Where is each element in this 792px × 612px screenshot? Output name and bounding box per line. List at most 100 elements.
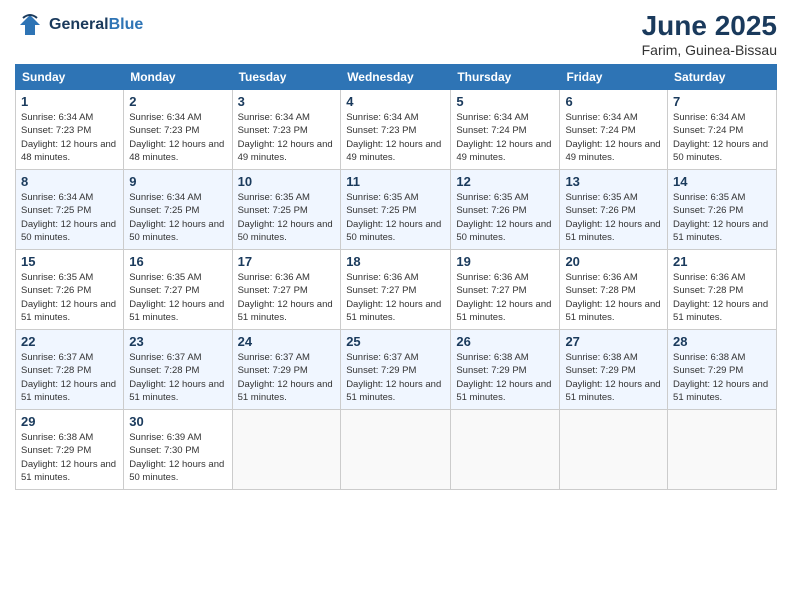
- day-info: Sunrise: 6:34 AM Sunset: 7:24 PM Dayligh…: [565, 111, 662, 164]
- day-info: Sunrise: 6:34 AM Sunset: 7:25 PM Dayligh…: [129, 191, 226, 244]
- day-info: Sunrise: 6:37 AM Sunset: 7:29 PM Dayligh…: [238, 351, 336, 404]
- day-number: 16: [129, 254, 226, 269]
- calendar-cell: 21 Sunrise: 6:36 AM Sunset: 7:28 PM Dayl…: [668, 250, 777, 330]
- day-info: Sunrise: 6:39 AM Sunset: 7:30 PM Dayligh…: [129, 431, 226, 484]
- day-info: Sunrise: 6:36 AM Sunset: 7:27 PM Dayligh…: [456, 271, 554, 324]
- calendar-cell: 15 Sunrise: 6:35 AM Sunset: 7:26 PM Dayl…: [16, 250, 124, 330]
- calendar-cell: 7 Sunrise: 6:34 AM Sunset: 7:24 PM Dayli…: [668, 90, 777, 170]
- calendar-cell: 23 Sunrise: 6:37 AM Sunset: 7:28 PM Dayl…: [124, 330, 232, 410]
- calendar-cell: 25 Sunrise: 6:37 AM Sunset: 7:29 PM Dayl…: [341, 330, 451, 410]
- calendar-cell: 16 Sunrise: 6:35 AM Sunset: 7:27 PM Dayl…: [124, 250, 232, 330]
- day-number: 5: [456, 94, 554, 109]
- day-number: 25: [346, 334, 445, 349]
- day-info: Sunrise: 6:35 AM Sunset: 7:26 PM Dayligh…: [673, 191, 771, 244]
- day-info: Sunrise: 6:37 AM Sunset: 7:28 PM Dayligh…: [129, 351, 226, 404]
- day-number: 30: [129, 414, 226, 429]
- day-info: Sunrise: 6:34 AM Sunset: 7:24 PM Dayligh…: [673, 111, 771, 164]
- header-monday: Monday: [124, 65, 232, 90]
- location: Farim, Guinea-Bissau: [642, 42, 777, 58]
- day-info: Sunrise: 6:36 AM Sunset: 7:28 PM Dayligh…: [673, 271, 771, 324]
- week-row-4: 22 Sunrise: 6:37 AM Sunset: 7:28 PM Dayl…: [16, 330, 777, 410]
- day-info: Sunrise: 6:37 AM Sunset: 7:28 PM Dayligh…: [21, 351, 118, 404]
- day-number: 18: [346, 254, 445, 269]
- calendar-cell: 30 Sunrise: 6:39 AM Sunset: 7:30 PM Dayl…: [124, 410, 232, 490]
- day-number: 13: [565, 174, 662, 189]
- calendar-body: 1 Sunrise: 6:34 AM Sunset: 7:23 PM Dayli…: [16, 90, 777, 490]
- day-info: Sunrise: 6:34 AM Sunset: 7:23 PM Dayligh…: [21, 111, 118, 164]
- calendar-cell: [451, 410, 560, 490]
- day-info: Sunrise: 6:38 AM Sunset: 7:29 PM Dayligh…: [21, 431, 118, 484]
- day-info: Sunrise: 6:34 AM Sunset: 7:25 PM Dayligh…: [21, 191, 118, 244]
- day-number: 2: [129, 94, 226, 109]
- day-number: 6: [565, 94, 662, 109]
- calendar-cell: 20 Sunrise: 6:36 AM Sunset: 7:28 PM Dayl…: [560, 250, 668, 330]
- header: GeneralBlue June 2025 Farim, Guinea-Biss…: [15, 10, 777, 58]
- day-info: Sunrise: 6:38 AM Sunset: 7:29 PM Dayligh…: [673, 351, 771, 404]
- day-info: Sunrise: 6:35 AM Sunset: 7:27 PM Dayligh…: [129, 271, 226, 324]
- calendar-cell: 27 Sunrise: 6:38 AM Sunset: 7:29 PM Dayl…: [560, 330, 668, 410]
- day-number: 22: [21, 334, 118, 349]
- day-info: Sunrise: 6:35 AM Sunset: 7:26 PM Dayligh…: [456, 191, 554, 244]
- day-number: 27: [565, 334, 662, 349]
- calendar-cell: 5 Sunrise: 6:34 AM Sunset: 7:24 PM Dayli…: [451, 90, 560, 170]
- day-info: Sunrise: 6:37 AM Sunset: 7:29 PM Dayligh…: [346, 351, 445, 404]
- day-info: Sunrise: 6:35 AM Sunset: 7:25 PM Dayligh…: [238, 191, 336, 244]
- calendar-cell: 22 Sunrise: 6:37 AM Sunset: 7:28 PM Dayl…: [16, 330, 124, 410]
- calendar-cell: 9 Sunrise: 6:34 AM Sunset: 7:25 PM Dayli…: [124, 170, 232, 250]
- day-number: 1: [21, 94, 118, 109]
- header-wednesday: Wednesday: [341, 65, 451, 90]
- calendar-table: Sunday Monday Tuesday Wednesday Thursday…: [15, 64, 777, 490]
- day-info: Sunrise: 6:34 AM Sunset: 7:24 PM Dayligh…: [456, 111, 554, 164]
- day-info: Sunrise: 6:38 AM Sunset: 7:29 PM Dayligh…: [565, 351, 662, 404]
- calendar-cell: [560, 410, 668, 490]
- day-number: 14: [673, 174, 771, 189]
- day-info: Sunrise: 6:36 AM Sunset: 7:27 PM Dayligh…: [346, 271, 445, 324]
- logo-icon: [15, 10, 45, 40]
- week-row-1: 1 Sunrise: 6:34 AM Sunset: 7:23 PM Dayli…: [16, 90, 777, 170]
- calendar-cell: 3 Sunrise: 6:34 AM Sunset: 7:23 PM Dayli…: [232, 90, 341, 170]
- day-number: 23: [129, 334, 226, 349]
- day-number: 10: [238, 174, 336, 189]
- week-row-2: 8 Sunrise: 6:34 AM Sunset: 7:25 PM Dayli…: [16, 170, 777, 250]
- logo: GeneralBlue: [15, 10, 143, 40]
- calendar-cell: 6 Sunrise: 6:34 AM Sunset: 7:24 PM Dayli…: [560, 90, 668, 170]
- day-number: 4: [346, 94, 445, 109]
- calendar-cell: 26 Sunrise: 6:38 AM Sunset: 7:29 PM Dayl…: [451, 330, 560, 410]
- calendar-container: GeneralBlue June 2025 Farim, Guinea-Biss…: [0, 0, 792, 500]
- header-tuesday: Tuesday: [232, 65, 341, 90]
- calendar-cell: 19 Sunrise: 6:36 AM Sunset: 7:27 PM Dayl…: [451, 250, 560, 330]
- day-info: Sunrise: 6:35 AM Sunset: 7:26 PM Dayligh…: [565, 191, 662, 244]
- header-sunday: Sunday: [16, 65, 124, 90]
- day-number: 28: [673, 334, 771, 349]
- week-row-3: 15 Sunrise: 6:35 AM Sunset: 7:26 PM Dayl…: [16, 250, 777, 330]
- day-number: 21: [673, 254, 771, 269]
- day-info: Sunrise: 6:38 AM Sunset: 7:29 PM Dayligh…: [456, 351, 554, 404]
- day-number: 26: [456, 334, 554, 349]
- calendar-cell: 11 Sunrise: 6:35 AM Sunset: 7:25 PM Dayl…: [341, 170, 451, 250]
- day-number: 19: [456, 254, 554, 269]
- calendar-cell: [341, 410, 451, 490]
- day-number: 20: [565, 254, 662, 269]
- day-number: 8: [21, 174, 118, 189]
- calendar-cell: [232, 410, 341, 490]
- day-number: 7: [673, 94, 771, 109]
- day-info: Sunrise: 6:34 AM Sunset: 7:23 PM Dayligh…: [238, 111, 336, 164]
- day-number: 3: [238, 94, 336, 109]
- month-title: June 2025: [642, 10, 777, 42]
- day-number: 15: [21, 254, 118, 269]
- logo-text: GeneralBlue: [49, 16, 143, 34]
- weekday-header-row: Sunday Monday Tuesday Wednesday Thursday…: [16, 65, 777, 90]
- calendar-cell: 14 Sunrise: 6:35 AM Sunset: 7:26 PM Dayl…: [668, 170, 777, 250]
- day-info: Sunrise: 6:34 AM Sunset: 7:23 PM Dayligh…: [129, 111, 226, 164]
- day-info: Sunrise: 6:36 AM Sunset: 7:28 PM Dayligh…: [565, 271, 662, 324]
- title-area: June 2025 Farim, Guinea-Bissau: [642, 10, 777, 58]
- day-info: Sunrise: 6:36 AM Sunset: 7:27 PM Dayligh…: [238, 271, 336, 324]
- day-info: Sunrise: 6:35 AM Sunset: 7:25 PM Dayligh…: [346, 191, 445, 244]
- day-number: 9: [129, 174, 226, 189]
- header-friday: Friday: [560, 65, 668, 90]
- calendar-cell: 10 Sunrise: 6:35 AM Sunset: 7:25 PM Dayl…: [232, 170, 341, 250]
- calendar-cell: 18 Sunrise: 6:36 AM Sunset: 7:27 PM Dayl…: [341, 250, 451, 330]
- day-number: 11: [346, 174, 445, 189]
- day-info: Sunrise: 6:35 AM Sunset: 7:26 PM Dayligh…: [21, 271, 118, 324]
- calendar-cell: 29 Sunrise: 6:38 AM Sunset: 7:29 PM Dayl…: [16, 410, 124, 490]
